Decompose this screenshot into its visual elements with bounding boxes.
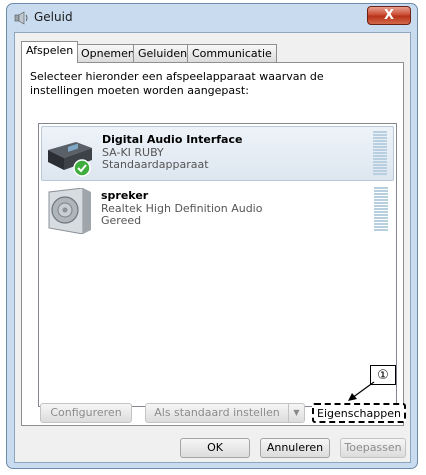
set-default-button[interactable]: Als standaard instellen ▼ <box>145 403 305 423</box>
level-meter <box>373 131 387 176</box>
tab-panel-afspelen: Selecteer hieronder een afspeelapparaat … <box>21 62 404 426</box>
cancel-button[interactable]: Annuleren <box>260 438 330 458</box>
playback-device-list[interactable]: Digital Audio Interface SA-KI RUBY Stand… <box>38 123 397 407</box>
tab-opnemen[interactable]: Opnemen <box>76 44 140 62</box>
dropdown-arrow-icon[interactable]: ▼ <box>288 404 304 422</box>
audio-interface-icon <box>48 142 92 177</box>
window-title: Geluid <box>34 10 73 24</box>
properties-button[interactable]: Eigenschappen <box>312 403 406 423</box>
callout-arrow-icon <box>348 381 375 401</box>
set-default-label: Als standaard instellen <box>154 406 280 419</box>
device-status: Gereed <box>101 214 142 227</box>
apply-button[interactable]: Toepassen <box>340 438 406 458</box>
tab-communicatie[interactable]: Communicatie <box>187 44 277 62</box>
device-status: Standaardapparaat <box>102 158 209 171</box>
speaker-app-icon <box>14 11 28 25</box>
configure-button[interactable]: Configureren <box>40 403 132 423</box>
title-bar[interactable]: Geluid X <box>7 4 417 32</box>
instruction-text: Selecteer hieronder een afspeelapparaat … <box>30 70 324 97</box>
close-button[interactable]: X <box>367 6 411 25</box>
tab-geluiden[interactable]: Geluiden <box>133 44 193 62</box>
tab-afspelen[interactable]: Afspelen <box>21 41 79 63</box>
ok-button[interactable]: OK <box>180 438 250 458</box>
device-name: Digital Audio Interface <box>102 133 243 146</box>
device-item-spreker[interactable]: spreker Realtek High Definition Audio Ge… <box>41 183 394 238</box>
speaker-icon <box>48 188 91 234</box>
default-check-icon <box>73 159 91 177</box>
device-item-digital-audio-interface[interactable]: Digital Audio Interface SA-KI RUBY Stand… <box>41 126 394 181</box>
device-name: spreker <box>101 189 149 202</box>
level-meter <box>374 187 388 232</box>
